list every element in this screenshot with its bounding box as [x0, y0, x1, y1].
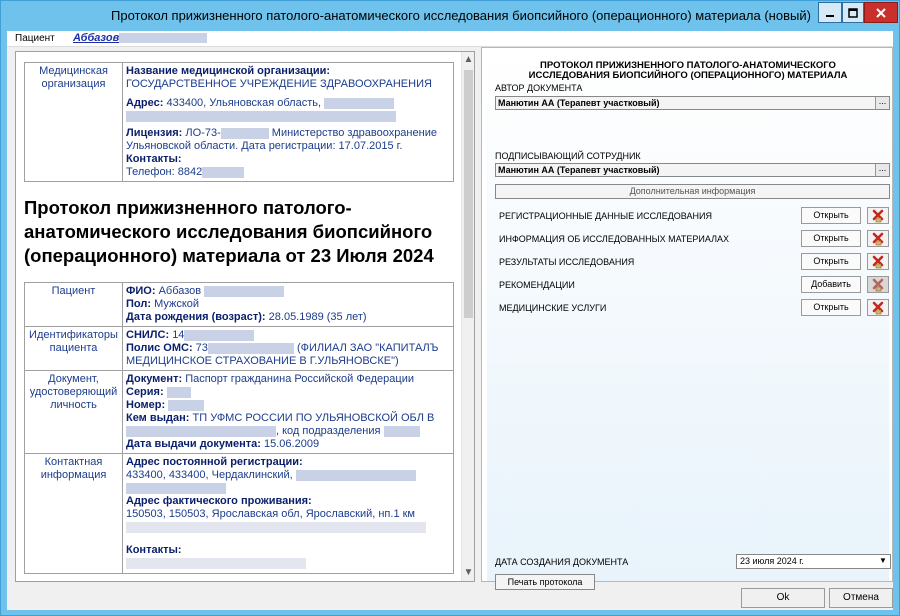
redacted-block: [126, 425, 276, 437]
section-row: РЕГИСТРАЦИОННЫЕ ДАННЫЕ ИССЛЕДОВАНИЯ Откр…: [495, 207, 890, 225]
close-button[interactable]: [864, 2, 898, 23]
document-content: Медицинская организация Название медицин…: [16, 52, 462, 581]
section-open-button[interactable]: Открыть: [801, 299, 861, 316]
document-preview[interactable]: Медицинская организация Название медицин…: [15, 51, 475, 582]
section-delete-button[interactable]: [867, 253, 889, 270]
redacted-block: [184, 329, 255, 341]
org-key: Медицинская организация: [24, 62, 123, 182]
protocol-panel-inner: ПРОТОКОЛ ПРИЖИЗНЕННОГО ПАТОЛОГО-АНАТОМИЧ…: [487, 48, 891, 590]
additional-info-button[interactable]: Дополнительная информация: [495, 184, 890, 199]
patient-link[interactable]: Аббазов: [73, 32, 208, 44]
cancel-button[interactable]: Отмена: [829, 588, 893, 608]
section-open-button[interactable]: Открыть: [801, 207, 861, 224]
patient-bar: Пациент Аббазов: [7, 31, 893, 47]
org-value: Название медицинской организации: ГОСУДА…: [122, 62, 454, 182]
section-delete-button[interactable]: [867, 230, 889, 247]
section-add-button[interactable]: Добавить: [801, 276, 861, 293]
protocol-panel: ПРОТОКОЛ ПРИЖИЗНЕННОГО ПАТОЛОГО-АНАТОМИЧ…: [481, 47, 893, 590]
id-doc-value: Документ: Паспорт гражданина Российской …: [122, 370, 454, 454]
section-name: РЕЗУЛЬТАТЫ ИССЛЕДОВАНИЯ: [499, 257, 635, 267]
author-field[interactable]: Манютин АА (Терапевт участковый) ...: [495, 96, 890, 110]
delete-icon: [872, 232, 884, 245]
redacted-block: [207, 342, 294, 354]
section-name: РЕКОМЕНДАЦИИ: [499, 280, 575, 290]
redacted-block: [324, 97, 395, 109]
close-icon: [876, 7, 886, 18]
section-open-button[interactable]: Открыть: [801, 230, 861, 247]
print-protocol-button[interactable]: Печать протокола: [495, 574, 595, 590]
redacted-block: [202, 166, 245, 178]
minimize-button[interactable]: [818, 2, 842, 23]
section-row: РЕЗУЛЬТАТЫ ИССЛЕДОВАНИЯ Открыть: [495, 253, 890, 271]
section-delete-button[interactable]: [867, 299, 889, 316]
signer-label: ПОДПИСЫВАЮЩИЙ СОТРУДНИК: [495, 151, 641, 161]
section-delete-button[interactable]: [867, 207, 889, 224]
author-select-button[interactable]: ...: [875, 97, 889, 109]
redacted-block: [126, 482, 226, 494]
redacted-block: [126, 110, 396, 122]
author-label: АВТОР ДОКУМЕНТА: [495, 83, 583, 93]
redacted-block: [295, 469, 416, 481]
patient-table: Пациент ФИО: Аббазов Пол: Мужской Дата р…: [24, 282, 454, 574]
panel-title: ПРОТОКОЛ ПРИЖИЗНЕННОГО ПАТОЛОГО-АНАТОМИЧ…: [528, 60, 848, 81]
scroll-thumb[interactable]: [464, 70, 473, 318]
ids-key: Идентификаторы пациента: [24, 326, 123, 371]
patient-key: Пациент: [24, 282, 123, 327]
section-row: РЕКОМЕНДАЦИИ Добавить: [495, 276, 890, 294]
contact-value: Адрес постоянной регистрации: 433400, 43…: [122, 453, 454, 574]
dialog-window: Протокол прижизненного патолого-анатомич…: [0, 0, 900, 616]
section-name: ИНФОРМАЦИЯ ОБ ИССЛЕДОВАННЫХ МАТЕРИАЛАХ: [499, 234, 729, 244]
dialog-client-area: Пациент Аббазов Медицинская организация …: [7, 31, 893, 610]
delete-icon: [872, 255, 884, 268]
contact-key: Контактная информация: [24, 453, 123, 574]
document-title: Протокол прижизненного патолого-анатомич…: [24, 197, 434, 266]
redacted-block: [166, 386, 191, 398]
maximize-button[interactable]: [842, 2, 864, 23]
signer-select-button[interactable]: ...: [875, 164, 889, 176]
redacted-block: [168, 399, 205, 411]
maximize-icon: [848, 7, 858, 18]
section-open-button[interactable]: Открыть: [801, 253, 861, 270]
document-scrollbar[interactable]: ▲ ▼: [461, 52, 474, 581]
organization-table: Медицинская организация Название медицин…: [24, 62, 454, 182]
section-row: МЕДИЦИНСКИЕ УСЛУГИ Открыть: [495, 299, 890, 317]
creation-date-label: ДАТА СОЗДАНИЯ ДОКУМЕНТА: [495, 557, 629, 567]
redacted-block: [383, 425, 420, 437]
id-doc-key: Документ, удостоверяющий личность: [24, 370, 123, 454]
window-title: Протокол прижизненного патолого-анатомич…: [111, 8, 811, 23]
redacted-block: [220, 127, 269, 139]
patient-value: ФИО: Аббазов Пол: Мужской Дата рождения …: [122, 282, 454, 327]
redacted-block: [204, 285, 285, 297]
delete-icon: [872, 301, 884, 314]
section-delete-button[interactable]: [867, 276, 889, 293]
ok-button[interactable]: Ok: [741, 588, 825, 608]
minimize-icon: [826, 14, 834, 17]
patient-label: Пациент: [15, 33, 55, 44]
scroll-down-icon[interactable]: ▼: [462, 566, 474, 580]
signer-field[interactable]: Манютин АА (Терапевт участковый) ...: [495, 163, 890, 177]
redacted-block: [126, 521, 426, 533]
ids-value: СНИЛС: 14 Полис ОМС: 73 (ФИЛИАЛ ЗАО "КАП…: [122, 326, 454, 371]
delete-icon: [872, 278, 884, 291]
redacted-block: [119, 33, 208, 44]
title-bar[interactable]: Протокол прижизненного патолого-анатомич…: [1, 1, 899, 31]
section-row: ИНФОРМАЦИЯ ОБ ИССЛЕДОВАННЫХ МАТЕРИАЛАХ О…: [495, 230, 890, 248]
section-name: МЕДИЦИНСКИЕ УСЛУГИ: [499, 303, 607, 313]
section-name: РЕГИСТРАЦИОННЫЕ ДАННЫЕ ИССЛЕДОВАНИЯ: [499, 211, 712, 221]
scroll-up-icon[interactable]: ▲: [462, 53, 474, 67]
redacted-block: [126, 557, 306, 569]
delete-icon: [872, 209, 884, 222]
creation-date-picker[interactable]: 23 июля 2024 г. ▼: [736, 554, 891, 569]
chevron-down-icon[interactable]: ▼: [877, 556, 889, 567]
